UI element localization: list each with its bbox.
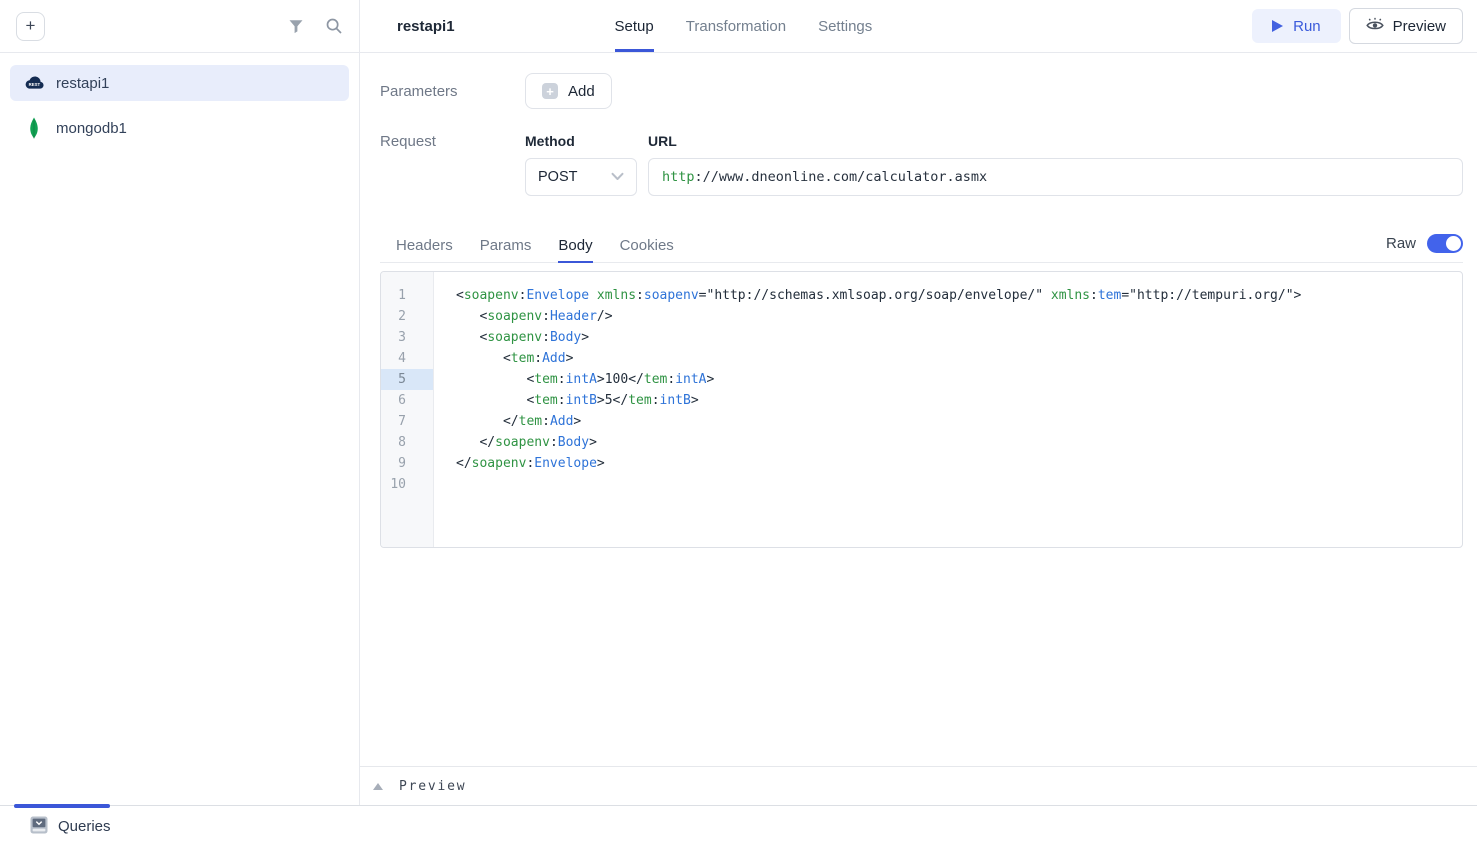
code-line[interactable] [456,474,1462,495]
tab-params[interactable]: Params [480,229,532,263]
line-number: 8 [381,432,433,453]
query-editor-header: restapi1 Setup Transformation Settings R… [360,0,1477,53]
rest-icon-text: REST [29,82,41,87]
app-root: + REST [0,0,1477,847]
preview-button[interactable]: Preview [1349,8,1463,44]
panel-collapse-icon [30,816,48,838]
url-rest: ://www.dneonline.com/calculator.asmx [695,169,988,185]
preview-bar-label: Preview [399,779,466,794]
queries-panel-toggle[interactable]: Queries [30,816,111,838]
run-button[interactable]: Run [1252,9,1341,43]
request-row: Request Method POST URL http: [380,133,1463,196]
code-line[interactable]: <tem:intB>5</tem:intB> [456,390,1462,411]
add-query-button[interactable]: + [16,12,45,41]
method-value: POST [538,169,577,185]
raw-toggle[interactable] [1427,234,1463,253]
code-line[interactable]: <soapenv:Envelope xmlns:soapenv="http://… [456,285,1462,306]
query-list: REST restapi1 mongodb1 [0,53,359,167]
sidebar-header: + [0,0,359,53]
line-number: 2 [381,306,433,327]
tab-settings[interactable]: Settings [818,0,872,52]
main-spacer [360,548,1477,766]
tab-cookies[interactable]: Cookies [620,229,674,263]
code-line[interactable]: <tem:Add> [456,348,1462,369]
code-line[interactable]: </tem:Add> [456,411,1462,432]
queries-label-text: Queries [58,818,111,835]
method-select[interactable]: POST [525,158,637,196]
toggle-knob [1446,236,1461,251]
query-item-label: mongodb1 [56,120,127,137]
line-number: 1 [381,285,433,306]
query-title: restapi1 [397,0,455,52]
query-editor-main: restapi1 Setup Transformation Settings R… [360,0,1477,805]
line-number: 4 [381,348,433,369]
tab-setup[interactable]: Setup [615,0,654,52]
chevron-down-icon [611,169,624,185]
code-line[interactable]: <tem:intA>100</tem:intA> [456,369,1462,390]
parameters-row: Parameters + Add [380,73,1463,109]
query-item-restapi1[interactable]: REST restapi1 [10,65,349,101]
query-item-label: restapi1 [56,75,109,92]
search-icon[interactable] [325,17,343,35]
filter-icon[interactable] [287,17,305,35]
rest-api-icon: REST [22,75,46,91]
plus-square-icon: + [542,83,558,99]
setup-content: Parameters + Add Request Method POST [360,53,1477,548]
query-sidebar: + REST [0,0,360,805]
mongodb-icon [22,117,46,139]
line-number: 3 [381,327,433,348]
line-number: 9 [381,453,433,474]
raw-label: Raw [1386,235,1416,252]
query-item-mongodb1[interactable]: mongodb1 [10,110,349,146]
line-number: 5 [381,369,433,390]
play-icon [1272,20,1283,32]
preview-button-label: Preview [1393,18,1446,35]
add-parameter-label: Add [568,83,595,100]
main-tabs: Setup Transformation Settings [615,0,873,52]
editor-gutter: 12345678910 [381,272,434,547]
line-number: 10 [381,474,433,495]
line-number: 7 [381,411,433,432]
line-number: 6 [381,390,433,411]
run-button-label: Run [1293,18,1321,35]
code-line[interactable]: <soapenv:Header/> [456,306,1462,327]
tab-transformation[interactable]: Transformation [686,0,786,52]
url-label: URL [648,133,1463,149]
triangle-up-icon [373,783,383,790]
bottom-panel-bar: Queries [0,805,1477,847]
method-label: Method [525,133,637,149]
body-code-editor: 12345678910 <soapenv:Envelope xmlns:soap… [380,271,1463,548]
request-label: Request [380,133,525,196]
eye-icon [1366,17,1384,36]
url-scheme: http [662,169,695,185]
url-input[interactable]: http://www.dneonline.com/calculator.asmx [648,158,1463,196]
code-line[interactable]: </soapenv:Envelope> [456,453,1462,474]
tab-body[interactable]: Body [558,229,592,263]
tab-headers[interactable]: Headers [396,229,453,263]
editor-code[interactable]: <soapenv:Envelope xmlns:soapenv="http://… [434,272,1462,547]
parameters-label: Parameters [380,83,525,100]
add-parameter-button[interactable]: + Add [525,73,612,109]
queries-active-indicator [14,804,110,808]
code-line[interactable]: <soapenv:Body> [456,327,1462,348]
request-body-tabbar: Headers Params Body Cookies Raw [380,229,1463,263]
code-line[interactable]: </soapenv:Body> [456,432,1462,453]
preview-collapse-bar[interactable]: Preview [360,766,1477,805]
